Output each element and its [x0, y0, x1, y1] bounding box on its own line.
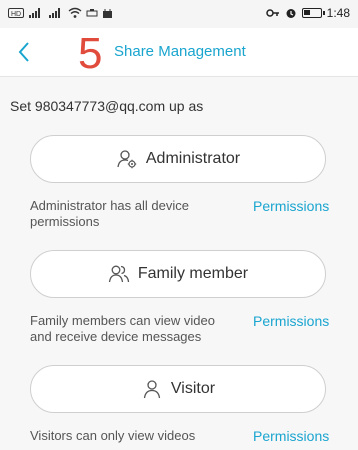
family-member-description: Family members can view video and receiv…	[30, 313, 215, 344]
family-member-permissions-link[interactable]: Permissions	[253, 313, 329, 329]
visitor-icon	[143, 380, 161, 399]
administrator-description: Administrator has all device permissions	[30, 198, 189, 229]
chevron-left-icon	[18, 42, 29, 62]
family-member-label: Family member	[137, 265, 249, 282]
app-header: 5 Share Management	[0, 28, 358, 77]
family-member-button[interactable]: Family member	[30, 250, 326, 298]
wifi-icon	[68, 7, 82, 18]
status-bar: HD 1:48	[0, 0, 358, 28]
hd-icon: HD	[8, 8, 24, 18]
family-icon	[108, 265, 130, 283]
signal-icon	[29, 8, 40, 18]
status-bar-left: HD	[8, 7, 113, 19]
visitor-label: Visitor	[170, 380, 216, 397]
status-time: 1:48	[326, 6, 350, 20]
step-number: 5	[78, 29, 103, 78]
key-icon	[265, 9, 279, 17]
notification-icon	[103, 8, 112, 18]
back-button[interactable]	[12, 38, 40, 66]
usb-icon	[86, 9, 98, 17]
administrator-button[interactable]: Administrator	[30, 135, 326, 183]
visitor-description: Visitors can only view videos	[30, 428, 196, 443]
setup-label: Set 980347773@qq.com up as	[10, 98, 204, 114]
signal-icon	[49, 8, 60, 18]
page-title: Share Management	[114, 43, 246, 60]
visitor-button[interactable]: Visitor	[30, 365, 326, 413]
admin-icon	[117, 150, 137, 169]
visitor-permissions-link[interactable]: Permissions	[253, 428, 329, 444]
administrator-label: Administrator	[145, 150, 241, 167]
administrator-permissions-link[interactable]: Permissions	[253, 198, 329, 214]
svg-text:HD: HD	[11, 11, 21, 18]
status-bar-right: 1:48	[265, 6, 350, 20]
battery-icon	[301, 8, 325, 18]
alarm-icon	[286, 9, 296, 18]
